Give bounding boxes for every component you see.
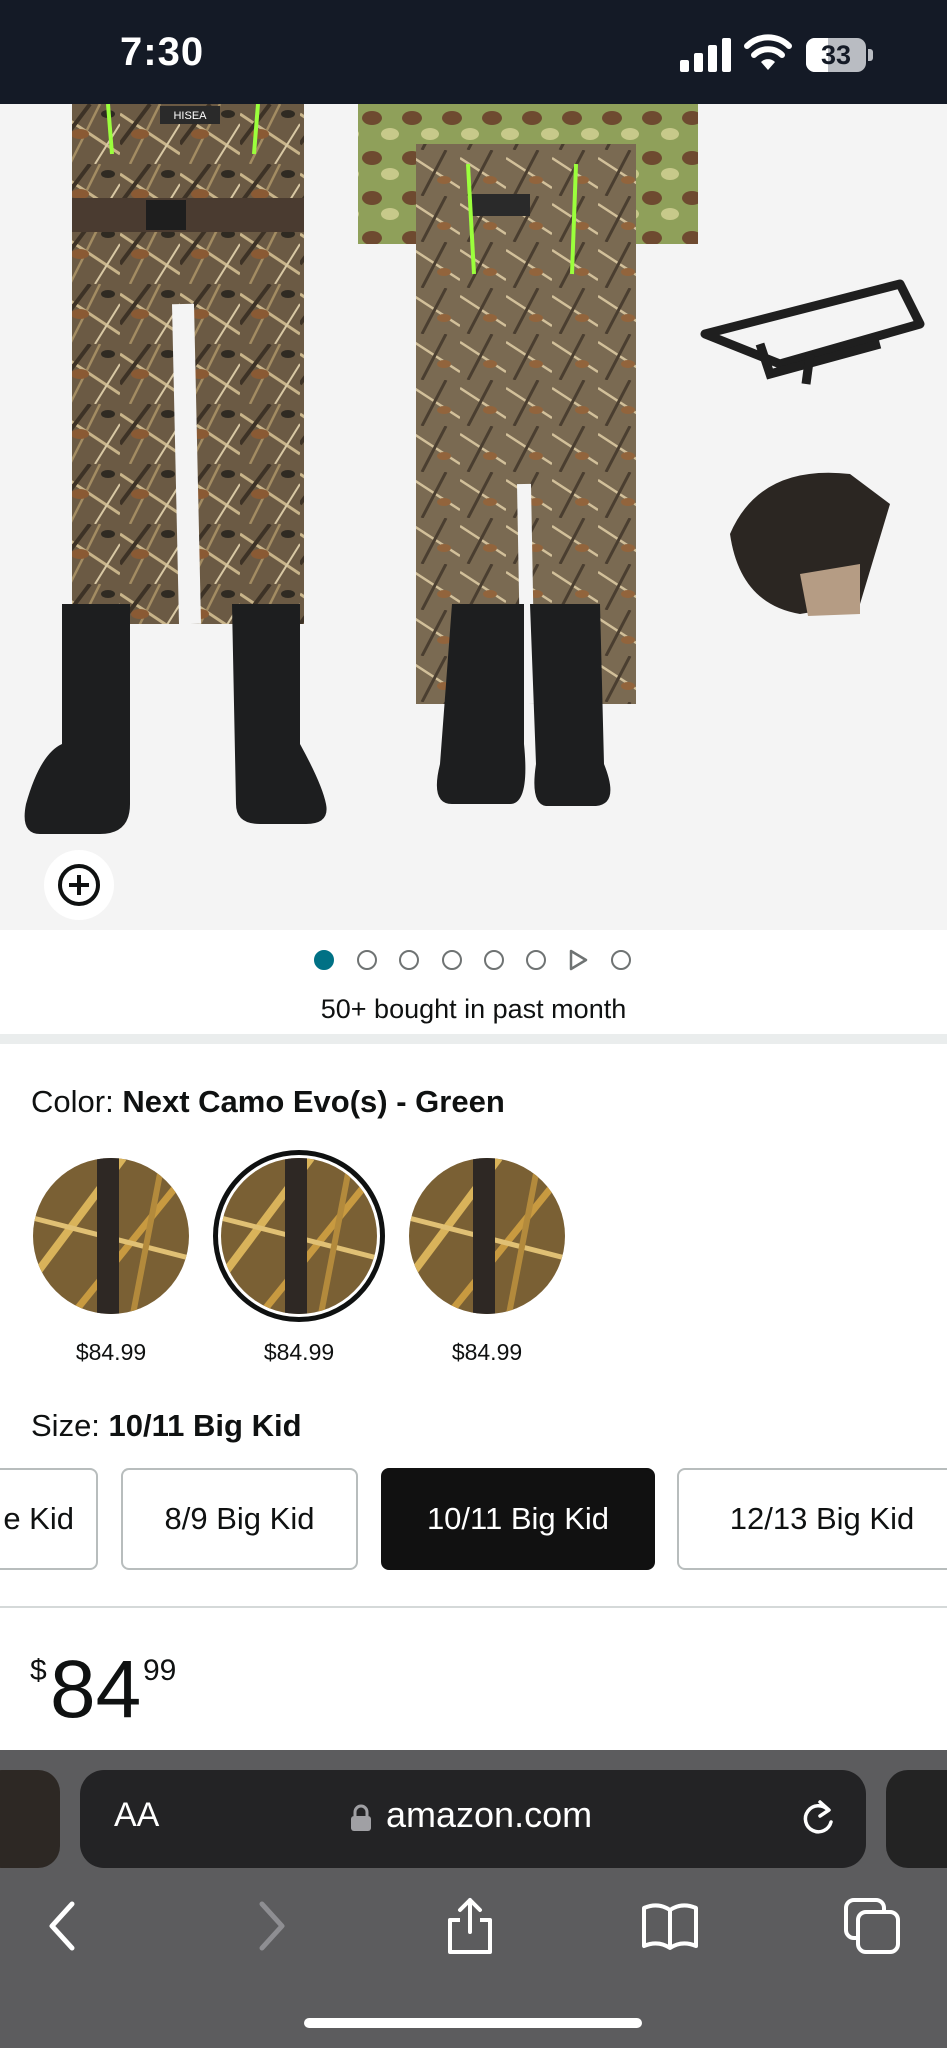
color-swatch-3[interactable] <box>409 1158 565 1314</box>
camo-swatch-image <box>221 1158 377 1314</box>
product-image: HISEA <box>24 104 925 834</box>
swatch-price: $84.99 <box>263 1339 335 1365</box>
image-dot-2[interactable] <box>357 950 377 970</box>
size-option-partial[interactable]: e Kid <box>0 1468 98 1570</box>
color-swatch-1[interactable] <box>33 1158 189 1314</box>
section-divider <box>0 1606 947 1608</box>
zoom-plus-icon <box>58 864 100 906</box>
swatch-price: $84.99 <box>75 1339 147 1365</box>
image-dot-4[interactable] <box>442 950 462 970</box>
bought-count-text: 50+ bought in past month <box>320 994 627 1024</box>
size-heading: Size: 10/11 Big Kid <box>31 1408 302 1444</box>
section-divider <box>0 1034 947 1044</box>
share-icon[interactable] <box>440 1896 500 1956</box>
battery-icon: 33 <box>806 38 874 72</box>
text-size-label: AA <box>114 1796 160 1834</box>
home-indicator <box>304 2018 642 2028</box>
cellular-signal-icon <box>680 38 731 72</box>
image-dot-6[interactable] <box>526 950 546 970</box>
image-dot-8[interactable] <box>611 950 631 970</box>
previous-tab-preview[interactable] <box>0 1770 60 1868</box>
image-dot-5[interactable] <box>484 950 504 970</box>
color-value: Next Camo Evo(s) - Green <box>122 1084 505 1119</box>
url-domain: amazon.com <box>386 1794 593 1835</box>
price-fraction: 99 <box>143 1654 177 1687</box>
size-label: Size: <box>31 1408 100 1443</box>
video-play-icon[interactable] <box>567 949 589 971</box>
tabs-icon[interactable] <box>842 1896 902 1956</box>
reload-icon[interactable] <box>798 1798 838 1840</box>
address-bar[interactable]: AA amazon.com <box>80 1770 866 1868</box>
size-value: 10/11 Big Kid <box>108 1408 302 1443</box>
next-tab-preview[interactable] <box>886 1770 947 1868</box>
bookmarks-icon[interactable] <box>640 1896 700 1956</box>
back-icon[interactable] <box>34 1896 94 1956</box>
camo-swatch-image <box>409 1158 565 1314</box>
zoom-button[interactable] <box>44 850 114 920</box>
product-image-gallery[interactable]: HISEA <box>0 104 947 930</box>
wifi-icon <box>744 34 792 70</box>
color-heading: Color: Next Camo Evo(s) - Green <box>31 1084 505 1120</box>
price-whole: 84 <box>50 1644 142 1735</box>
price-currency: $ <box>30 1654 47 1687</box>
status-time: 7:30 <box>120 30 205 74</box>
image-dot-3[interactable] <box>399 950 419 970</box>
size-option-10-11[interactable]: 10/11 Big Kid <box>381 1468 655 1570</box>
swatch-price: $84.99 <box>451 1339 523 1365</box>
size-option-8-9[interactable]: 8/9 Big Kid <box>121 1468 358 1570</box>
lock-icon <box>351 1804 371 1831</box>
image-pagination <box>0 948 947 974</box>
status-bar: 7:30 33 <box>0 0 947 104</box>
battery-level: 33 <box>820 40 852 70</box>
camo-swatch-image <box>33 1158 189 1314</box>
color-swatch-2[interactable] <box>213 1150 385 1322</box>
color-label: Color: <box>31 1084 114 1119</box>
image-dot-1[interactable] <box>314 950 334 970</box>
forward-icon[interactable] <box>240 1896 300 1956</box>
text-size-button[interactable]: AA <box>114 1796 159 1835</box>
size-option-12-13[interactable]: 12/13 Big Kid <box>677 1468 947 1570</box>
brand-logo-text: HISEA <box>173 110 207 122</box>
